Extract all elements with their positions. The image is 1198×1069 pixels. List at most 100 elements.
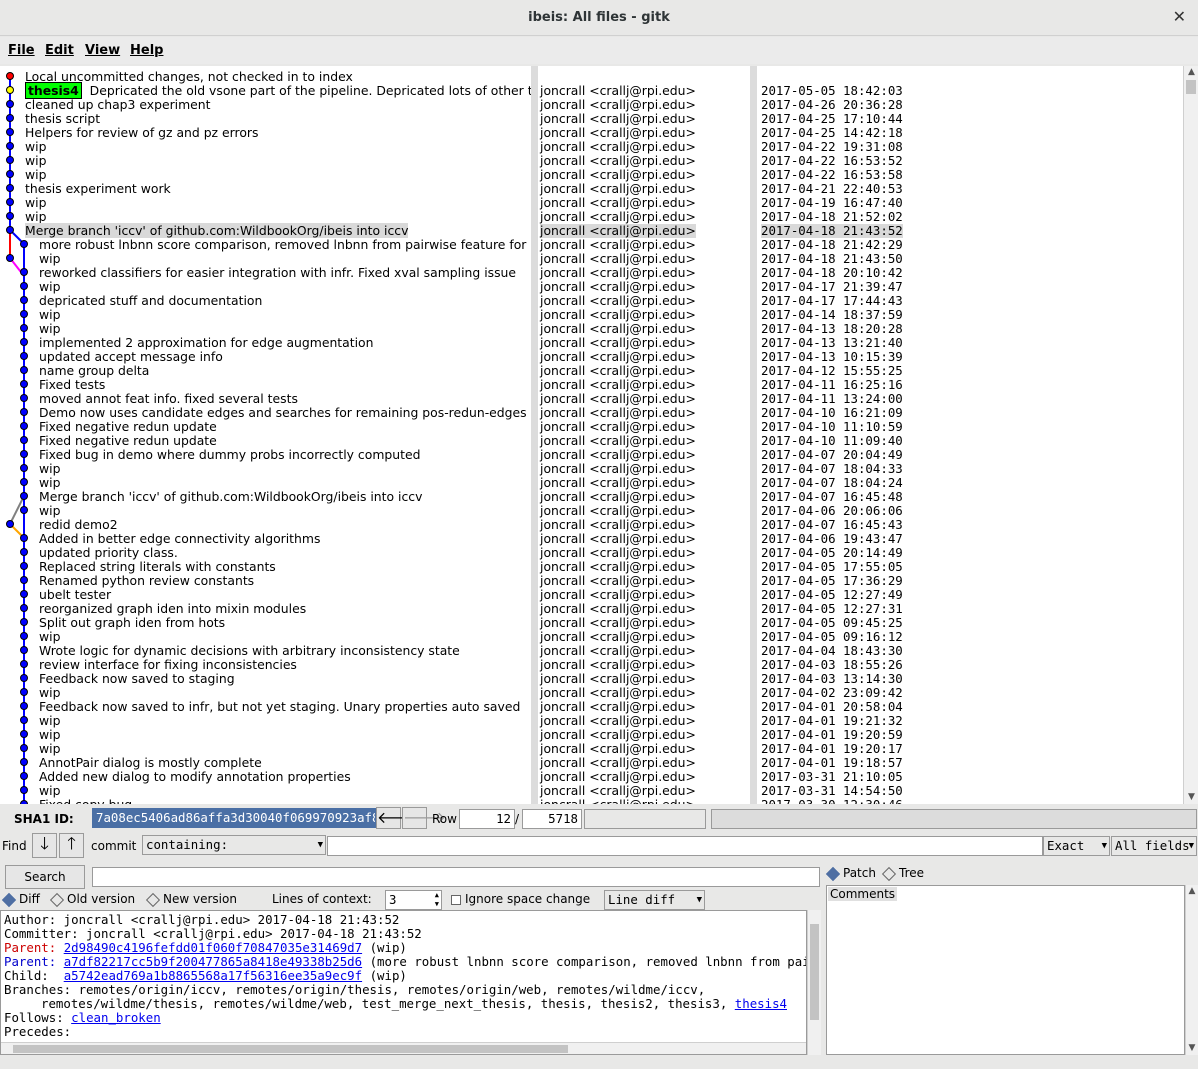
commit-row[interactable]: wip <box>39 784 60 798</box>
commit-node[interactable] <box>20 324 28 332</box>
commit-author[interactable]: joncrall <crallj@rpi.edu> <box>540 224 696 238</box>
commit-date[interactable]: 2017-04-25 14:42:18 <box>761 126 903 140</box>
commit-author[interactable]: joncrall <crallj@rpi.edu> <box>540 294 696 308</box>
commit-node[interactable] <box>6 198 14 206</box>
commit-row[interactable]: Fixed tests <box>39 378 105 392</box>
commit-node[interactable] <box>20 268 28 276</box>
commit-date[interactable]: 2017-04-07 16:45:43 <box>761 518 903 532</box>
commit-author[interactable]: joncrall <crallj@rpi.edu> <box>540 308 696 322</box>
commit-author[interactable]: joncrall <crallj@rpi.edu> <box>540 630 696 644</box>
commit-node[interactable] <box>6 520 14 528</box>
commit-node[interactable] <box>20 534 28 542</box>
commit-row[interactable]: ubelt tester <box>39 588 111 602</box>
commit-node[interactable] <box>20 590 28 598</box>
commit-node[interactable] <box>20 478 28 486</box>
commit-row[interactable]: Merge branch 'iccv' of github.com:Wildbo… <box>25 223 409 238</box>
commit-node[interactable] <box>20 450 28 458</box>
commit-node[interactable] <box>20 758 28 766</box>
commit-row[interactable]: wip <box>25 154 46 168</box>
ignore-space-checkbox[interactable]: Ignore space change <box>451 892 590 906</box>
commit-author[interactable]: joncrall <crallj@rpi.edu> <box>540 154 696 168</box>
commit-date[interactable]: 2017-04-25 17:10:44 <box>761 112 903 126</box>
scroll-up-icon[interactable]: ▲ <box>1185 66 1198 79</box>
commit-date[interactable]: 2017-04-07 18:04:33 <box>761 462 903 476</box>
field-scope-select[interactable]: All fields ▼ <box>1111 836 1197 856</box>
commit-date[interactable]: 2017-04-01 20:58:04 <box>761 700 903 714</box>
commit-date[interactable]: 2017-05-05 18:42:03 <box>761 84 903 98</box>
commit-row[interactable]: wip <box>39 280 60 294</box>
commit-author[interactable]: joncrall <crallj@rpi.edu> <box>540 406 696 420</box>
commit-date[interactable]: 2017-04-18 20:10:42 <box>761 266 903 280</box>
commit-row[interactable]: review interface for fixing inconsistenc… <box>39 658 297 672</box>
commit-node[interactable] <box>20 744 28 752</box>
find-up-arrow-icon[interactable]: 🡑 <box>59 833 84 858</box>
commit-date[interactable]: 2017-03-31 14:54:50 <box>761 784 903 798</box>
commit-date[interactable]: 2017-04-01 19:20:59 <box>761 728 903 742</box>
find-mode-select[interactable]: containing: ▼ <box>142 835 326 855</box>
commit-node[interactable] <box>6 184 14 192</box>
commit-date[interactable]: 2017-04-07 18:04:24 <box>761 476 903 490</box>
commit-author[interactable]: joncrall <crallj@rpi.edu> <box>540 112 696 126</box>
commit-node[interactable] <box>20 660 28 668</box>
commit-date[interactable]: 2017-04-11 13:24:00 <box>761 392 903 406</box>
commit-author[interactable]: joncrall <crallj@rpi.edu> <box>540 126 696 140</box>
commit-date[interactable]: 2017-04-01 19:21:32 <box>761 714 903 728</box>
commit-row[interactable]: wip <box>25 140 46 154</box>
pane-divider[interactable] <box>750 66 757 804</box>
commit-date[interactable]: 2017-04-13 18:20:28 <box>761 322 903 336</box>
commit-date[interactable]: 2017-04-18 21:43:52 <box>761 224 903 238</box>
commit-author[interactable]: joncrall <crallj@rpi.edu> <box>540 490 696 504</box>
commit-node[interactable] <box>6 226 14 234</box>
commit-author[interactable]: joncrall <crallj@rpi.edu> <box>540 476 696 490</box>
commit-node[interactable] <box>20 604 28 612</box>
commit-author[interactable]: joncrall <crallj@rpi.edu> <box>540 560 696 574</box>
commit-date[interactable]: 2017-04-05 17:36:29 <box>761 574 903 588</box>
date-column-pane[interactable]: 2017-05-05 18:42:03 2017-04-26 20:36:28 20… <box>757 66 1183 804</box>
search-input[interactable] <box>92 867 820 887</box>
commit-node[interactable] <box>20 646 28 654</box>
author-column-pane[interactable]: joncrall <crallj@rpi.edu> joncrall <crall… <box>538 66 750 804</box>
commit-row[interactable]: Renamed python review constants <box>39 574 254 588</box>
commit-node[interactable] <box>20 730 28 738</box>
commit-date[interactable]: 2017-04-22 19:31:08 <box>761 140 903 154</box>
commit-row[interactable]: wip <box>39 308 60 322</box>
commit-node[interactable] <box>6 142 14 150</box>
commit-node[interactable] <box>20 380 28 388</box>
tree-radio[interactable]: Tree <box>881 866 924 881</box>
commit-node[interactable] <box>20 464 28 472</box>
commit-date[interactable]: 2017-04-02 23:09:42 <box>761 686 903 700</box>
diff-mode-select[interactable]: Line diff ▼ <box>604 890 705 910</box>
commit-author[interactable]: joncrall <crallj@rpi.edu> <box>540 504 696 518</box>
commit-row[interactable]: updated priority class. <box>39 546 178 560</box>
commit-author[interactable]: joncrall <crallj@rpi.edu> <box>540 518 696 532</box>
commit-row[interactable]: Fixed negative redun update <box>39 420 217 434</box>
commit-row[interactable]: wip <box>25 168 46 182</box>
file-list-scrollbar[interactable]: ▲ ▼ <box>1185 885 1198 1055</box>
parent-sha-link[interactable]: 2d98490c4196fefdd01f060f70847035e31469d7 <box>64 940 362 955</box>
commit-node[interactable] <box>20 422 28 430</box>
commit-node[interactable] <box>20 632 28 640</box>
commit-node[interactable] <box>20 408 28 416</box>
commit-date[interactable]: 2017-04-05 09:16:12 <box>761 630 903 644</box>
commit-row[interactable]: wip <box>39 630 60 644</box>
commit-node[interactable] <box>20 310 28 318</box>
commit-date[interactable]: 2017-04-06 19:43:47 <box>761 532 903 546</box>
spinner-arrows-icon[interactable]: ▲ ▼ <box>435 891 439 909</box>
commit-date[interactable]: 2017-04-22 16:53:58 <box>761 168 903 182</box>
commit-row[interactable]: reorganized graph iden into mixin module… <box>39 602 306 616</box>
commit-date[interactable]: 2017-04-10 11:10:59 <box>761 420 903 434</box>
commit-row[interactable]: implemented 2 approximation for edge aug… <box>39 336 374 350</box>
commit-list-scrollbar[interactable]: ▲ ▼ <box>1183 66 1198 804</box>
commit-date[interactable]: 2017-04-14 18:37:59 <box>761 308 903 322</box>
commit-author[interactable]: joncrall <crallj@rpi.edu> <box>540 168 696 182</box>
commit-node[interactable] <box>20 394 28 402</box>
search-button[interactable]: Search <box>5 865 85 889</box>
commit-row[interactable]: Merge branch 'iccv' of github.com:Wildbo… <box>39 490 422 504</box>
commit-row[interactable]: moved annot feat info. fixed several tes… <box>39 392 298 406</box>
scroll-down-icon[interactable]: ▼ <box>1186 1042 1198 1055</box>
commit-node[interactable] <box>20 282 28 290</box>
commit-row[interactable]: Feedback now saved to infr, but not yet … <box>39 700 520 714</box>
file-list-pane[interactable]: Comments <box>826 885 1185 1055</box>
commit-author[interactable]: joncrall <crallj@rpi.edu> <box>540 462 696 476</box>
commit-node[interactable] <box>20 618 28 626</box>
